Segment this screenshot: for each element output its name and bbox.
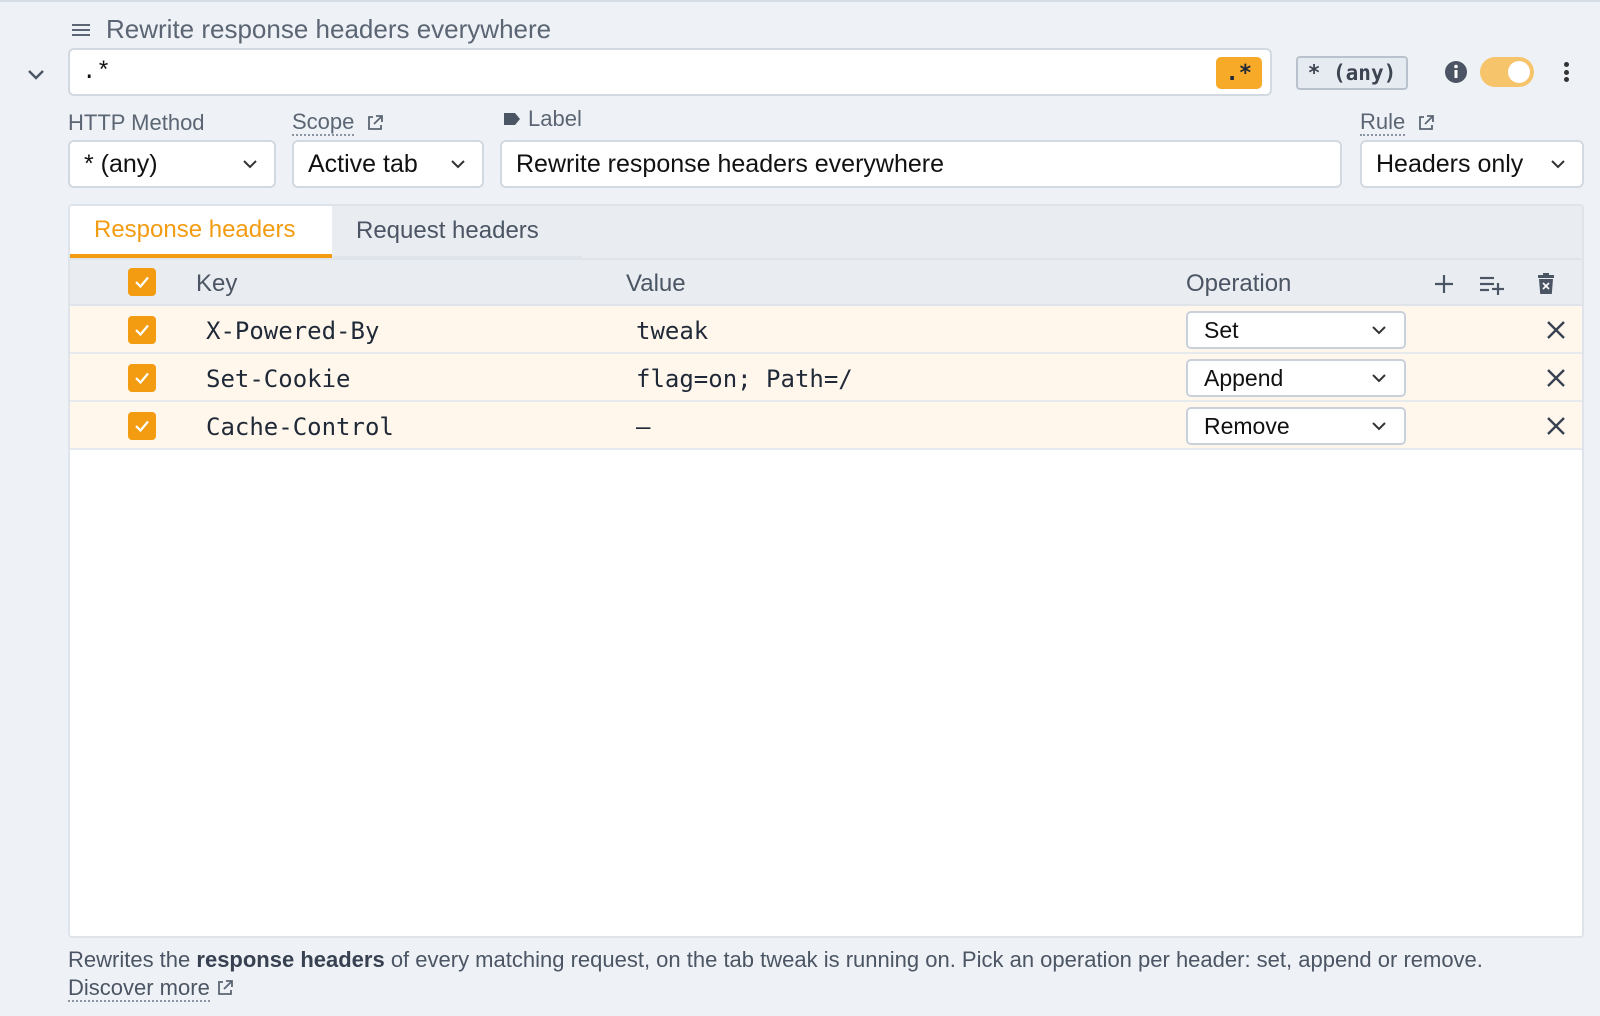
- header-tabs: Response headers Request headers: [70, 206, 1582, 258]
- header-key[interactable]: Cache-Control: [206, 413, 394, 441]
- column-operation: Operation: [1186, 270, 1292, 297]
- drag-handle-icon[interactable]: [70, 19, 92, 41]
- operation-select[interactable]: Remove: [1186, 407, 1406, 445]
- tab-request-headers[interactable]: Request headers: [332, 206, 582, 258]
- more-options-icon[interactable]: [1556, 58, 1576, 86]
- tag-icon: [504, 113, 520, 125]
- table-row: Set-Cookie flag=on; Path=/ Append: [70, 354, 1582, 402]
- discover-more-link[interactable]: Discover more: [68, 975, 210, 1002]
- regex-toggle-button[interactable]: .*: [1215, 57, 1262, 89]
- url-pattern-input[interactable]: .* .*: [68, 48, 1272, 96]
- rule-enabled-toggle[interactable]: [1480, 57, 1534, 87]
- operation-select[interactable]: Set: [1186, 311, 1406, 349]
- label-input[interactable]: Rewrite response headers everywhere: [500, 140, 1342, 188]
- rule-editor: Rewrite response headers everywhere .* .…: [0, 0, 1600, 1016]
- footer-bold: response headers: [196, 947, 385, 972]
- select-all-checkbox[interactable]: [128, 268, 156, 296]
- headers-panel: Response headers Request headers Key Val…: [68, 204, 1584, 938]
- check-icon: [135, 276, 149, 289]
- row-checkbox[interactable]: [128, 364, 156, 392]
- close-icon[interactable]: [1544, 318, 1568, 342]
- header-key[interactable]: Set-Cookie: [206, 365, 351, 393]
- column-key: Key: [196, 270, 238, 297]
- check-icon: [135, 420, 149, 433]
- close-icon[interactable]: [1544, 414, 1568, 438]
- external-link-icon: [217, 980, 233, 995]
- external-link-icon: [1419, 115, 1435, 130]
- http-method-select[interactable]: * (any): [68, 140, 276, 188]
- tab-response-headers[interactable]: Response headers: [70, 206, 332, 258]
- http-method-label: HTTP Method: [68, 110, 205, 135]
- add-icon[interactable]: [1432, 272, 1456, 296]
- header-value[interactable]: tweak: [636, 317, 708, 345]
- check-icon: [135, 324, 149, 337]
- scope-select[interactable]: Active tab: [292, 140, 484, 188]
- label-field-label: Label: [502, 106, 582, 132]
- chevron-down-icon: [1551, 160, 1565, 169]
- rule-type-label[interactable]: Rule: [1360, 110, 1435, 136]
- operation-select[interactable]: Append: [1186, 359, 1406, 397]
- header-value[interactable]: flag=on; Path=/: [636, 365, 853, 393]
- chevron-down-icon: [28, 70, 44, 80]
- row-checkbox[interactable]: [128, 316, 156, 344]
- chevron-down-icon: [1372, 326, 1386, 335]
- column-value: Value: [626, 270, 686, 297]
- footer-description: Rewrites the response headers of every m…: [68, 947, 1483, 1002]
- chevron-down-icon: [1372, 422, 1386, 431]
- row-checkbox[interactable]: [128, 412, 156, 440]
- table-row: X-Powered-By tweak Set: [70, 306, 1582, 354]
- method-chip[interactable]: * (any): [1296, 56, 1408, 90]
- chevron-down-icon: [243, 160, 257, 169]
- trash-icon[interactable]: [1534, 272, 1558, 296]
- external-link-icon: [368, 115, 384, 130]
- rule-type-select[interactable]: Headers only: [1360, 140, 1584, 188]
- table-header: Key Value Operation: [70, 258, 1582, 306]
- close-icon[interactable]: [1544, 366, 1568, 390]
- url-pattern-value: .*: [82, 58, 111, 86]
- header-key[interactable]: X-Powered-By: [206, 317, 379, 345]
- collapse-button[interactable]: [22, 60, 50, 88]
- rule-title-row: Rewrite response headers everywhere: [70, 14, 551, 45]
- rule-title: Rewrite response headers everywhere: [106, 14, 552, 44]
- chevron-down-icon: [451, 160, 465, 169]
- scope-label[interactable]: Scope: [292, 110, 384, 136]
- add-list-icon[interactable]: [1478, 272, 1506, 296]
- info-icon[interactable]: [1444, 60, 1468, 84]
- check-icon: [135, 372, 149, 385]
- header-value[interactable]: —: [636, 413, 650, 441]
- table-row: Cache-Control — Remove: [70, 402, 1582, 450]
- toggle-knob: [1508, 61, 1530, 83]
- chevron-down-icon: [1372, 374, 1386, 383]
